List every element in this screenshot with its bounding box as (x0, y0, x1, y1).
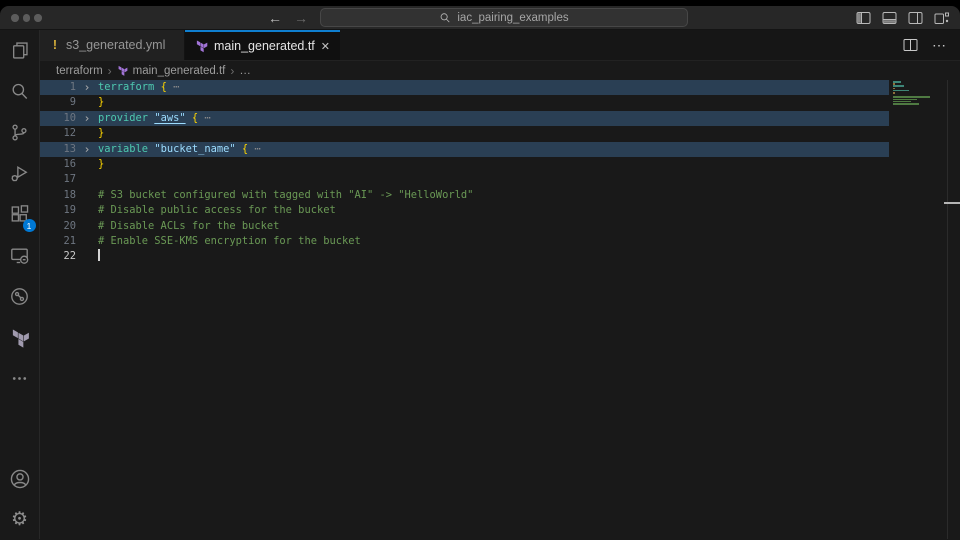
line-number: 22 (40, 249, 76, 264)
command-center-text: iac_pairing_examples (457, 12, 568, 24)
line-number: 16 (40, 157, 76, 172)
code-line-21[interactable]: 21# Enable SSE-KMS encryption for the bu… (40, 234, 960, 249)
nav-forward-icon[interactable]: → (294, 10, 308, 26)
activity-more-views[interactable] (0, 358, 40, 399)
nav-back-icon[interactable]: ← (268, 10, 282, 26)
search-icon (439, 12, 451, 24)
line-number: 1 (40, 80, 76, 95)
terraform-icon (10, 328, 30, 348)
accounts-button[interactable] (0, 459, 40, 499)
more-actions-icon[interactable]: ⋯ (932, 37, 947, 54)
editor[interactable]: 1›terraform { ⋯9}10›provider "aws" { ⋯12… (40, 80, 960, 539)
minimap[interactable] (891, 81, 947, 201)
remote-explorer-icon (9, 245, 30, 266)
fold-chevron-icon[interactable]: › (76, 142, 98, 157)
code-line-12[interactable]: 12} (40, 126, 960, 141)
code-line-22[interactable]: 22 (40, 249, 960, 264)
account-icon (9, 468, 31, 490)
close-tab-icon[interactable]: ✕ (321, 40, 330, 53)
breadcrumb-item-symbol[interactable]: … (239, 65, 251, 77)
settings-button[interactable]: ⚙ (0, 499, 40, 539)
cursor-position-marker (944, 202, 960, 204)
code-line-16[interactable]: 16} (40, 157, 960, 172)
code-line-1[interactable]: 1›terraform { ⋯ (40, 80, 960, 95)
terraform-icon (117, 65, 128, 76)
extensions-badge: 1 (23, 219, 36, 232)
text-cursor (98, 249, 100, 261)
terraform-icon (195, 39, 208, 53)
line-number: 20 (40, 219, 76, 234)
activity-explorer[interactable] (0, 30, 40, 71)
code-line-17[interactable]: 17 (40, 172, 960, 187)
line-number: 17 (40, 172, 76, 187)
commit-graph-icon (9, 286, 30, 307)
breadcrumb-item-file[interactable]: main_generated.tf (133, 65, 226, 77)
activity-terraform[interactable] (0, 317, 40, 358)
chevron-right-icon: › (108, 64, 112, 78)
line-number: 19 (40, 203, 76, 218)
activity-remote-explorer[interactable] (0, 235, 40, 276)
code-line-19[interactable]: 19# Disable public access for the bucket (40, 203, 960, 218)
tab-label: main_generated.tf (214, 39, 315, 53)
toggle-secondary-sidebar-icon[interactable] (907, 10, 924, 26)
line-number: 10 (40, 111, 76, 126)
line-number: 13 (40, 142, 76, 157)
code-line-20[interactable]: 20# Disable ACLs for the bucket (40, 219, 960, 234)
gear-icon: ⚙ (11, 508, 28, 531)
code-line-13[interactable]: 13›variable "bucket_name" { ⋯ (40, 142, 960, 157)
fold-chevron-icon[interactable]: › (76, 111, 98, 126)
tab-label: s3_generated.yml (66, 38, 165, 52)
activity-extensions[interactable]: 1 (0, 194, 40, 235)
code-line-9[interactable]: 9} (40, 95, 960, 110)
activity-bar: 1 ⚙ (0, 30, 40, 539)
titlebar: ← → iac_pairing_examples (0, 6, 960, 30)
code-line-18[interactable]: 18# S3 bucket configured with tagged wit… (40, 188, 960, 203)
toggle-primary-sidebar-icon[interactable] (855, 10, 872, 26)
customize-layout-icon[interactable] (933, 10, 950, 26)
activity-search[interactable] (0, 71, 40, 112)
fold-chevron-icon[interactable]: › (76, 80, 98, 95)
toggle-panel-icon[interactable] (881, 10, 898, 26)
line-number: 12 (40, 126, 76, 141)
breadcrumb-item-folder[interactable]: terraform (56, 65, 103, 77)
activity-source-control[interactable] (0, 112, 40, 153)
breadcrumb: terraform › main_generated.tf › … (40, 61, 960, 80)
chevron-right-icon: › (230, 64, 234, 78)
zoom-window-icon[interactable] (34, 14, 42, 22)
source-control-icon (9, 122, 30, 143)
tab-main-generated-tf[interactable]: main_generated.tf ✕ (185, 30, 340, 60)
activity-run-debug[interactable] (0, 153, 40, 194)
code-line-10[interactable]: 10›provider "aws" { ⋯ (40, 111, 960, 126)
line-number: 18 (40, 188, 76, 203)
command-center[interactable]: iac_pairing_examples (320, 8, 688, 27)
minimize-window-icon[interactable] (23, 14, 31, 22)
window-controls (11, 14, 42, 22)
split-editor-icon[interactable] (902, 37, 919, 53)
search-icon (9, 81, 30, 102)
files-icon (9, 40, 30, 61)
yaml-warning-icon: ! (50, 38, 60, 52)
overview-ruler-scrollbar[interactable] (947, 80, 960, 539)
code-lines: 1›terraform { ⋯9}10›provider "aws" { ⋯12… (40, 80, 960, 265)
close-window-icon[interactable] (11, 14, 19, 22)
tab-s3-generated-yml[interactable]: ! s3_generated.yml (40, 30, 185, 60)
activity-source-control-graph[interactable] (0, 276, 40, 317)
run-debug-icon (9, 163, 30, 184)
line-number: 9 (40, 95, 76, 110)
vscode-window: ← → iac_pairing_examples (0, 6, 960, 540)
more-icon (9, 368, 30, 389)
tab-bar: ! s3_generated.yml main_generated.tf ✕ ⋯ (40, 30, 960, 61)
line-number: 21 (40, 234, 76, 249)
